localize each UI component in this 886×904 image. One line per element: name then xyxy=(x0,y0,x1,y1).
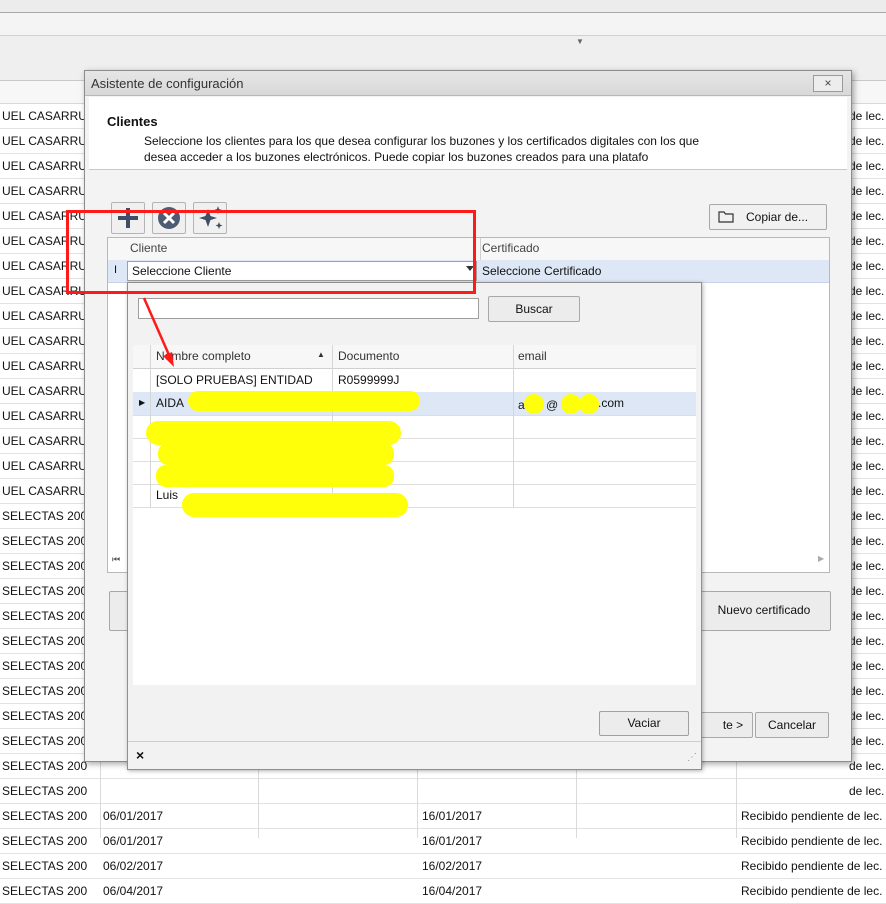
table-cell: SELECTAS 200... xyxy=(2,859,88,873)
table-cell: SELECTAS 200 xyxy=(2,884,88,898)
table-cell: 16/02/2017 xyxy=(422,859,483,873)
table-cell: 06/04/2017 xyxy=(103,884,164,898)
table-cell: 16/04/2017 xyxy=(422,884,483,898)
table-cell: Recibido pendiente de lec. xyxy=(741,884,883,898)
table-row[interactable]: SELECTAS 200 06/04/2017 16/04/2017 Recibido… xyxy=(0,879,886,904)
table-cell: Recibido pendiente de lec. xyxy=(741,859,883,873)
annotation-arrow-icon xyxy=(142,297,174,367)
table-row[interactable]: SELECTAS 200... 06/02/2017 16/02/2017 Recib… xyxy=(0,854,886,879)
table-cell: 06/02/2017 xyxy=(103,859,164,873)
